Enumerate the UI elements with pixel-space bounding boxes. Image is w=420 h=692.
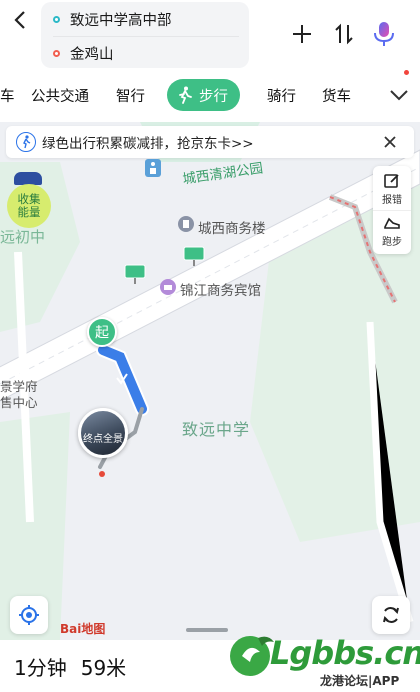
swap-route-button[interactable] xyxy=(330,20,358,48)
panorama-button[interactable]: 终点全景 xyxy=(78,408,128,458)
back-button[interactable] xyxy=(8,6,32,34)
top-header: 致远中学高中部 金鸡山 车 公共交通 智行 步行 骑行 货车 xyxy=(0,0,420,122)
transport-mode-tabs: 车 公共交通 智行 步行 骑行 货车 xyxy=(0,79,420,111)
route-divider xyxy=(53,36,239,37)
hotel-icon xyxy=(160,279,176,299)
start-location[interactable]: 致远中学高中部 xyxy=(53,5,172,33)
run-label: 跑步 xyxy=(382,237,402,248)
walker-icon xyxy=(16,132,36,152)
map-label-building: 城西商务楼 xyxy=(198,221,266,237)
tab-truck[interactable]: 货车 xyxy=(322,79,351,111)
tab-bike-label: 骑行 xyxy=(267,88,296,105)
refresh-icon xyxy=(383,607,399,623)
tab-public-transit-label: 公共交通 xyxy=(31,88,89,105)
baidu-map-logo-text: Bai地图 xyxy=(60,622,106,636)
tab-smart-label: 智行 xyxy=(116,88,145,105)
walking-icon xyxy=(179,86,192,104)
route-summary-sheet[interactable]: 1分钟 59米 Lgbbs.cn 龙港论坛|APP xyxy=(0,634,420,692)
panorama-label: 终点全景 xyxy=(83,434,123,445)
sheet-drag-handle[interactable] xyxy=(186,628,228,632)
start-location-text: 致远中学高中部 xyxy=(70,12,172,29)
promo-banner[interactable]: 绿色出行积累碳减排，抢京东卡>> xyxy=(6,126,414,158)
map-side-tools: 报错 跑步 xyxy=(373,166,411,254)
add-waypoint-button[interactable] xyxy=(288,20,316,48)
start-dot-icon xyxy=(53,15,60,23)
tab-walk-label: 步行 xyxy=(199,88,228,105)
map-label-left2: 售中心 xyxy=(0,395,38,410)
watermark-sub: 龙港论坛|APP xyxy=(320,674,400,688)
microphone-icon xyxy=(374,22,394,46)
swap-icon xyxy=(335,23,353,45)
tab-smart[interactable]: 智行 xyxy=(116,79,145,111)
building-icon xyxy=(178,216,194,236)
watermark: Lgbbs.cn 龙港论坛|APP xyxy=(228,634,420,692)
tab-bike[interactable]: 骑行 xyxy=(267,79,296,111)
carbon-line2: 能量 xyxy=(17,205,41,219)
baidu-map-logo: Bai地图 xyxy=(60,620,105,637)
map-label-school-left: 远初中 xyxy=(0,228,46,246)
report-error-label: 报错 xyxy=(382,194,402,206)
bus-stop-icon-2 xyxy=(124,264,146,288)
report-error-button[interactable]: 报错 xyxy=(373,168,411,210)
tab-car-label: 车 xyxy=(0,88,15,105)
tab-public-transit[interactable]: 公共交通 xyxy=(31,79,89,111)
tab-truck-label: 货车 xyxy=(322,88,351,105)
watermark-logo-icon xyxy=(230,636,274,676)
map-view[interactable]: 绿色出行积累碳减排，抢京东卡>> 报错 跑步 收集 能量 城西清湖公园 城西商务… xyxy=(0,122,420,640)
close-icon xyxy=(384,136,396,148)
route-input-box: 致远中学高中部 金鸡山 xyxy=(41,2,249,68)
end-location-text: 金鸡山 xyxy=(70,46,114,63)
tab-car[interactable]: 车 xyxy=(0,79,15,111)
locate-button[interactable] xyxy=(10,596,48,634)
route-summary: 1分钟 59米 xyxy=(14,652,126,681)
start-marker-label: 起 xyxy=(95,325,109,341)
start-marker[interactable]: 起 xyxy=(87,317,117,347)
edit-icon xyxy=(384,173,399,188)
chevron-left-icon xyxy=(14,11,25,29)
map-background xyxy=(0,122,420,640)
plus-icon xyxy=(293,25,311,43)
tab-walk[interactable]: 步行 xyxy=(167,79,240,111)
run-button[interactable]: 跑步 xyxy=(373,210,411,252)
bus-stop-icon xyxy=(183,246,205,270)
locate-icon xyxy=(19,605,39,625)
carbon-energy-button[interactable]: 收集 能量 xyxy=(7,184,51,228)
end-dot-icon xyxy=(53,49,60,57)
route-time: 1分钟 xyxy=(14,656,67,680)
watermark-text: Lgbbs.cn xyxy=(270,634,420,672)
notification-dot xyxy=(404,70,409,75)
voice-button[interactable] xyxy=(370,20,398,48)
end-location[interactable]: 金鸡山 xyxy=(53,39,114,67)
shoe-icon xyxy=(384,217,400,229)
promo-banner-text: 绿色出行积累碳减排，抢京东卡>> xyxy=(42,136,254,152)
map-label-school-main: 致远中学 xyxy=(182,420,251,439)
map-label-hotel: 锦江商务宾馆 xyxy=(180,283,261,299)
route-distance: 59米 xyxy=(80,656,127,680)
refresh-button[interactable] xyxy=(372,596,410,634)
chevron-down-icon xyxy=(390,90,408,101)
close-banner-button[interactable] xyxy=(380,132,400,152)
more-modes-button[interactable] xyxy=(387,83,411,107)
restroom-icon xyxy=(145,159,161,181)
